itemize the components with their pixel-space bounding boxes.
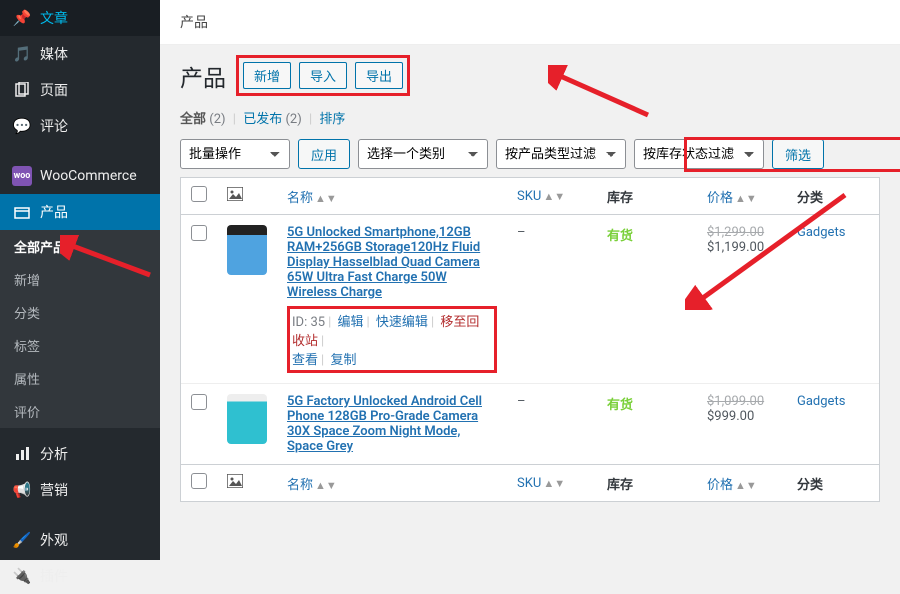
products-submenu: 全部产品 新增 分类 标签 属性 评价 <box>0 230 160 428</box>
type-filter-select[interactable]: 按产品类型过滤 <box>496 139 626 169</box>
col-cat: 分类 <box>797 191 823 206</box>
row-checkbox[interactable] <box>191 225 207 241</box>
stock-filter-select[interactable]: 按库存状态过滤 <box>634 139 764 169</box>
subnav-add[interactable]: 新增 <box>0 263 160 296</box>
woo-icon: woo <box>12 166 32 186</box>
row-checkbox[interactable] <box>191 394 207 410</box>
products-table: 名称▲▼ SKU▲▼ 库存 价格▲▼ 分类 5G Unlocked Smartp… <box>181 178 879 501</box>
brush-icon: 🖌️ <box>12 530 32 550</box>
apply-button[interactable]: 应用 <box>298 139 350 169</box>
page-icon <box>12 80 32 100</box>
subnav-categories[interactable]: 分类 <box>0 296 160 329</box>
duplicate-link[interactable]: 复制 <box>330 353 356 368</box>
bulk-action-select[interactable]: 批量操作 <box>180 139 290 169</box>
price-new: $999.00 <box>707 409 754 424</box>
nav-analytics[interactable]: 分析 <box>0 436 160 472</box>
published-filter[interactable]: 已发布 <box>243 112 282 127</box>
page-title: 产品 <box>180 59 226 93</box>
nav-posts[interactable]: 📌文章 <box>0 0 160 36</box>
megaphone-icon: 📢 <box>12 480 32 500</box>
product-name-link[interactable]: 5G Factory Unlocked Android Cell Phone 1… <box>287 394 497 454</box>
row-actions: ID: 35| 编辑| 快速编辑| 移至回收站| 查看| 复制 <box>287 306 497 373</box>
media-icon: 🎵 <box>12 44 32 64</box>
product-name-link[interactable]: 5G Unlocked Smartphone,12GB RAM+256GB St… <box>287 225 497 300</box>
product-thumbnail[interactable] <box>227 394 267 444</box>
subnav-reviews[interactable]: 评价 <box>0 395 160 428</box>
sku-cell: – <box>507 384 597 465</box>
breadcrumb: 产品 <box>160 0 900 45</box>
filter-button[interactable]: 筛选 <box>772 139 824 169</box>
import-button[interactable]: 导入 <box>299 62 347 89</box>
view-link[interactable]: 查看 <box>292 353 318 368</box>
col-name[interactable]: 名称 <box>287 191 313 206</box>
admin-sidebar: 📌文章 🎵媒体 页面 💬评论 wooWooCommerce 产品 全部产品 新增… <box>0 0 160 560</box>
nav-pages[interactable]: 页面 <box>0 72 160 108</box>
subnav-tags[interactable]: 标签 <box>0 329 160 362</box>
category-filter-select[interactable]: 选择一个类别 <box>358 139 488 169</box>
comment-icon: 💬 <box>12 116 32 136</box>
nav-comments[interactable]: 💬评论 <box>0 108 160 144</box>
subnav-attributes[interactable]: 属性 <box>0 362 160 395</box>
nav-products[interactable]: 产品 <box>0 194 160 230</box>
subsub-links: 全部 (2) | 已发布 (2) | 排序 <box>160 104 900 131</box>
table-row: 5G Factory Unlocked Android Cell Phone 1… <box>181 384 879 465</box>
export-button[interactable]: 导出 <box>355 62 403 89</box>
product-icon <box>12 202 32 222</box>
select-all-checkbox-footer[interactable] <box>191 473 207 489</box>
plugin-icon: 🔌 <box>12 566 32 586</box>
edit-link[interactable]: 编辑 <box>337 315 363 330</box>
pin-icon: 📌 <box>12 8 32 28</box>
col-price[interactable]: 价格 <box>707 191 733 206</box>
col-stock: 库存 <box>607 191 633 206</box>
price-new: $1,199.00 <box>707 240 764 255</box>
nav-media[interactable]: 🎵媒体 <box>0 36 160 72</box>
image-icon <box>227 477 243 492</box>
stock-status: 有货 <box>607 229 633 244</box>
col-sku[interactable]: SKU <box>517 189 541 204</box>
category-link[interactable]: Gadgets <box>797 394 845 409</box>
quick-edit-link[interactable]: 快速编辑 <box>376 315 428 330</box>
product-thumbnail[interactable] <box>227 225 267 275</box>
image-icon <box>227 190 243 205</box>
table-row: 5G Unlocked Smartphone,12GB RAM+256GB St… <box>181 215 879 384</box>
sort-link[interactable]: 排序 <box>319 112 345 127</box>
main-content: 产品 产品 新增 导入 导出 全部 (2) | 已发布 (2) | 排序 批量操… <box>160 0 900 560</box>
add-button[interactable]: 新增 <box>243 62 291 89</box>
chart-icon <box>12 444 32 464</box>
nav-appearance[interactable]: 🖌️外观 <box>0 522 160 558</box>
nav-plugins[interactable]: 🔌插件 <box>0 558 160 594</box>
subnav-all-products[interactable]: 全部产品 <box>0 230 160 263</box>
select-all-checkbox[interactable] <box>191 186 207 202</box>
category-link[interactable]: Gadgets <box>797 225 845 240</box>
nav-marketing[interactable]: 📢营销 <box>0 472 160 508</box>
stock-status: 有货 <box>607 398 633 413</box>
nav-woocommerce[interactable]: wooWooCommerce <box>0 158 160 194</box>
sku-cell: – <box>507 215 597 384</box>
price-old: $1,299.00 <box>707 225 764 240</box>
price-old: $1,099.00 <box>707 394 764 409</box>
